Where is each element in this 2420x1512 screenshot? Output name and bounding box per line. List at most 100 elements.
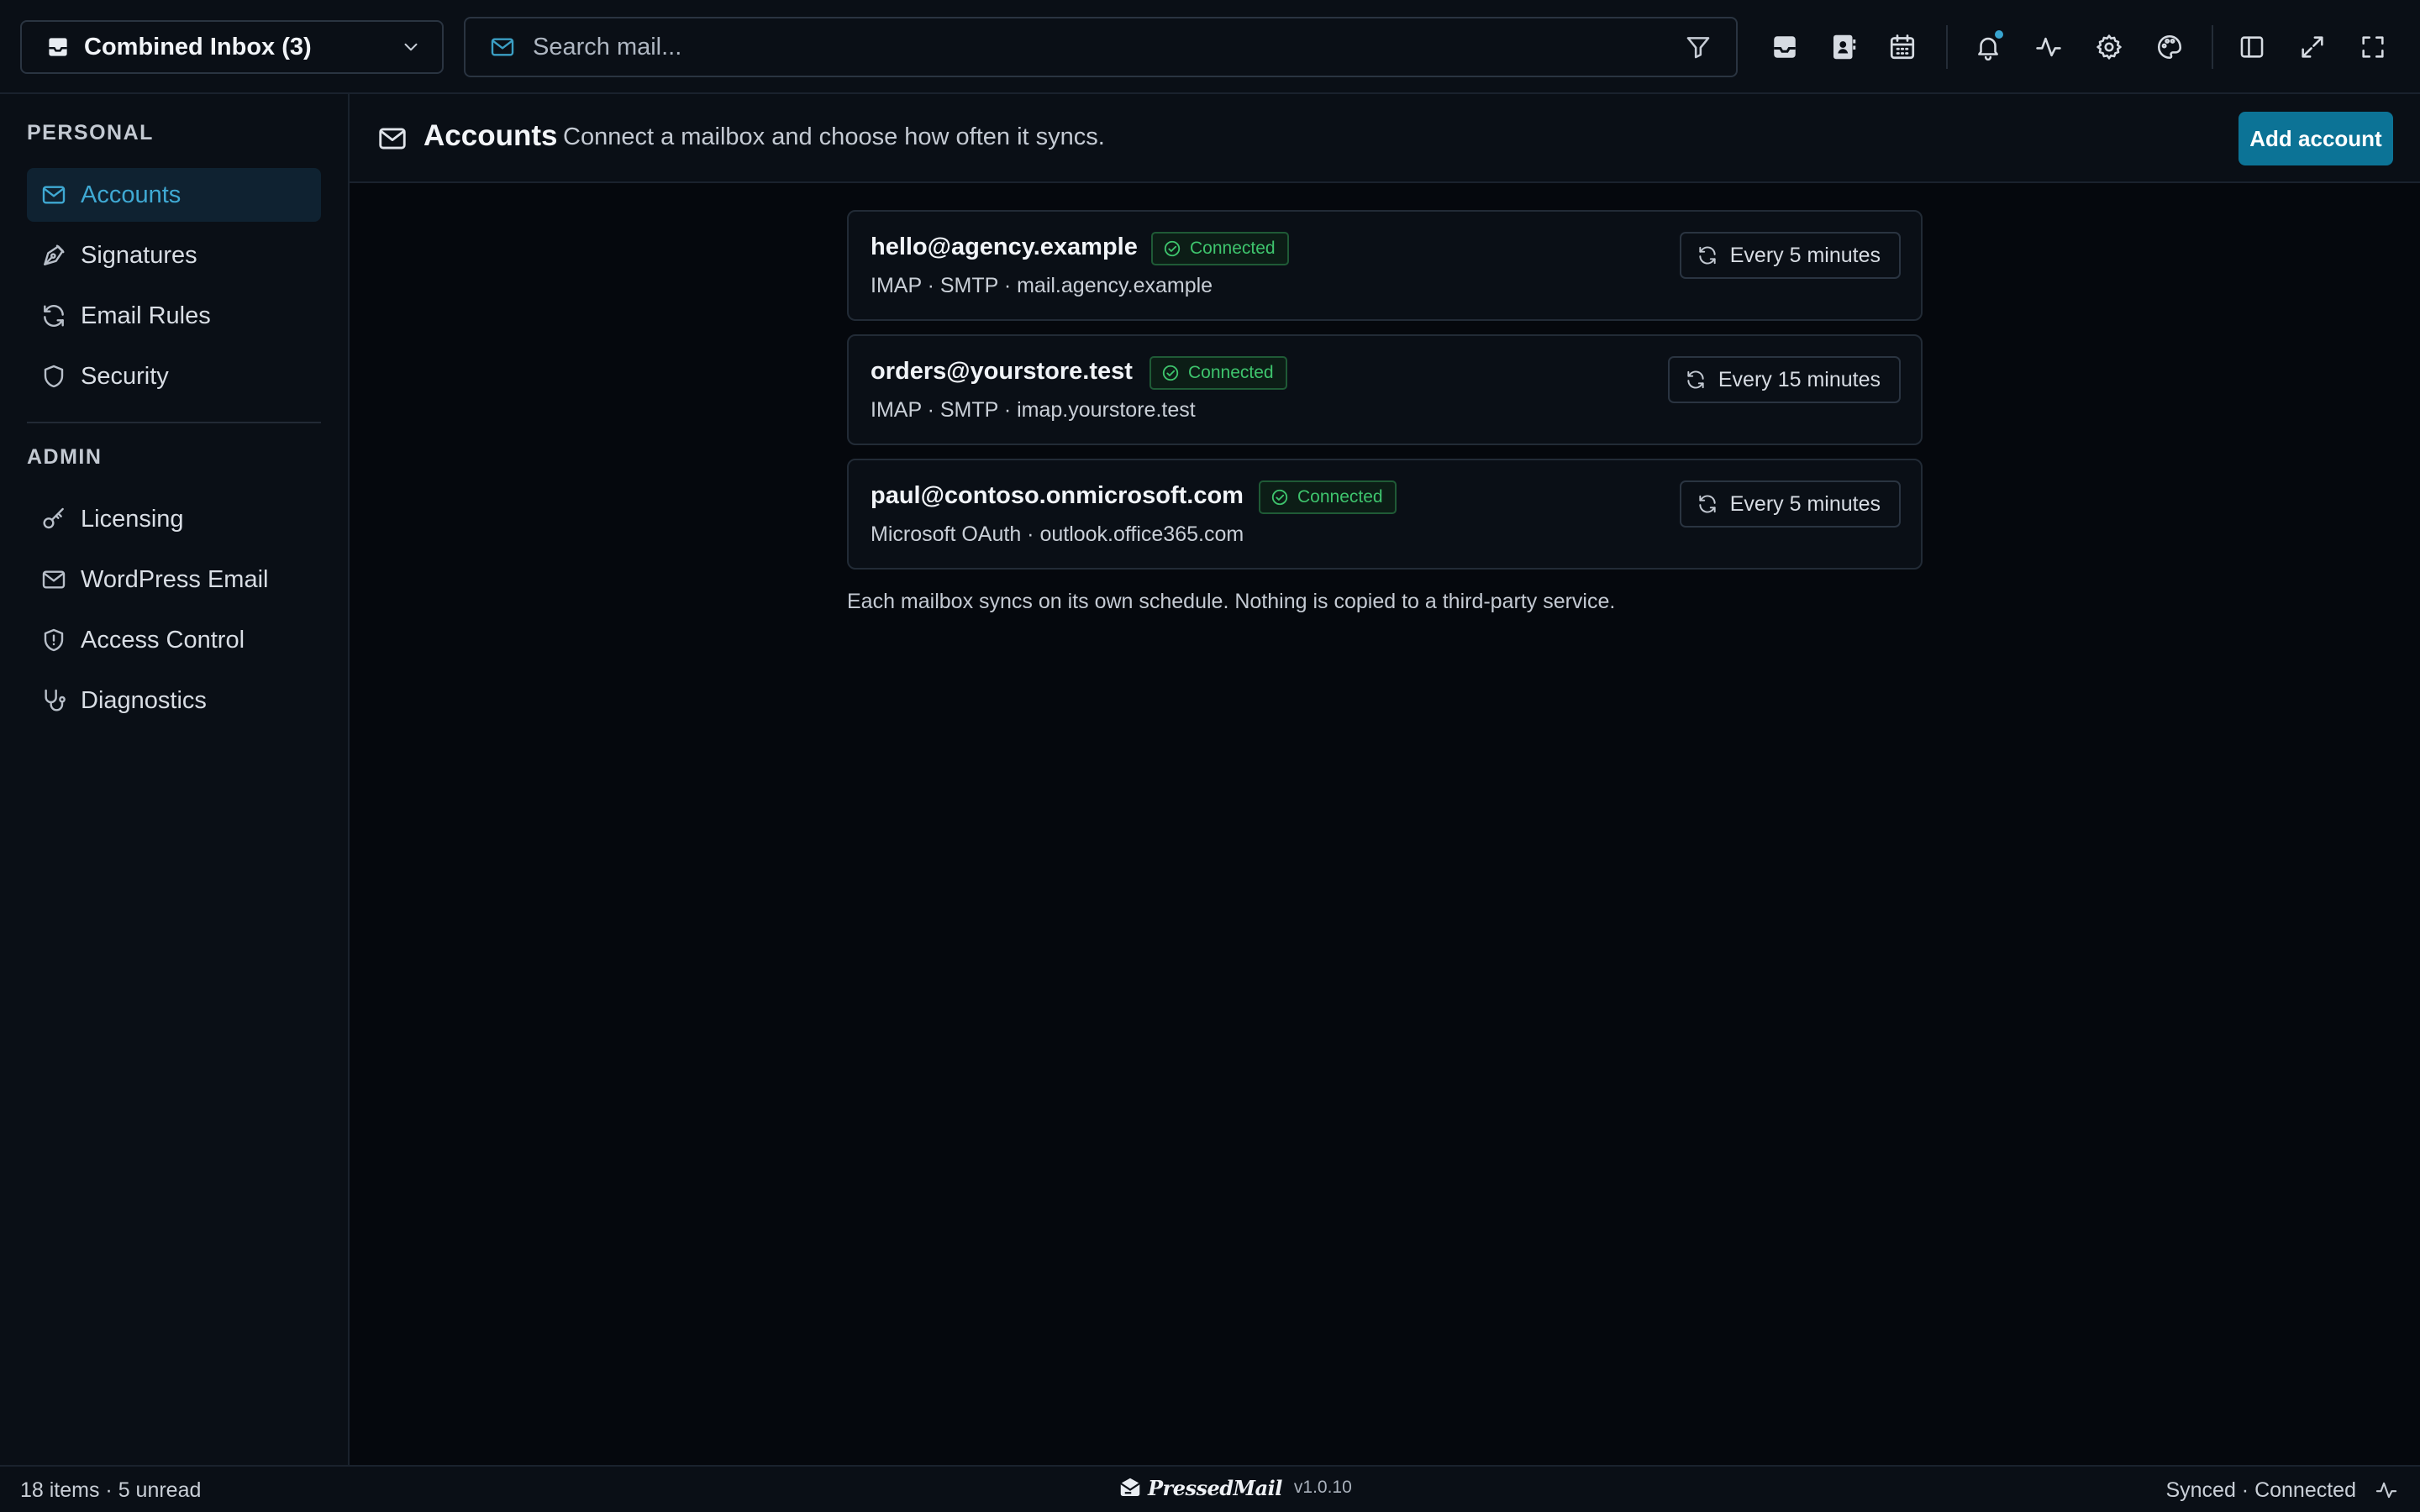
inbox-selector[interactable]: Combined Inbox (3)	[20, 20, 444, 74]
account-meta: IMAP · SMTP · imap.yourstore.test	[871, 398, 1196, 422]
search-bar	[464, 17, 1738, 77]
account-meta: IMAP · SMTP · mail.agency.example	[871, 274, 1213, 297]
status-bar: 18 items · 5 unread PressedMail v1.0.10 …	[0, 1465, 2420, 1512]
account-meta: Microsoft OAuth · outlook.office365.com	[871, 522, 1244, 546]
sidebar-item-label: Access Control	[81, 626, 245, 654]
notification-dot	[1995, 30, 2003, 39]
section-title-personal: PERSONAL	[27, 121, 154, 144]
sync-interval-label: Every 15 minutes	[1718, 367, 1881, 391]
sync-interval-label: Every 5 minutes	[1729, 491, 1881, 516]
settings-button[interactable]	[2089, 27, 2129, 67]
account-card[interactable]: orders@yourstore.test Connected IMAP · S…	[847, 334, 1923, 445]
sidebar-item-signatures[interactable]: Signatures	[27, 228, 321, 282]
refresh-icon	[1699, 495, 1716, 513]
brand-name: PressedMail	[1148, 1475, 1282, 1500]
activity-icon	[2036, 37, 2061, 57]
sync-interval-label: Every 5 minutes	[1729, 243, 1881, 267]
sidebar-item-label: WordPress Email	[81, 565, 269, 593]
mail-icon	[39, 564, 69, 595]
check-circle-icon	[1164, 240, 1181, 257]
calendar-icon	[1890, 34, 1915, 60]
page-subtitle: Connect a mailbox and choose how often i…	[563, 123, 1105, 150]
sidebar-icon	[2240, 36, 2264, 58]
account-email: orders@yourstore.test	[871, 358, 1133, 385]
contacts-icon	[1833, 34, 1856, 60]
calendar-button[interactable]	[1882, 27, 1923, 67]
sync-status: Synced · Connected	[2165, 1478, 2356, 1502]
palette-icon	[2157, 34, 2182, 60]
sidebar-item-label: Signatures	[81, 241, 197, 269]
theme-button[interactable]	[2149, 27, 2190, 67]
expand-icon	[2302, 36, 2323, 58]
contacts-button[interactable]	[1823, 27, 1864, 67]
refresh-icon	[1699, 246, 1716, 265]
brand: PressedMail v1.0.10	[1118, 1475, 1352, 1500]
sidebar-item-licensing[interactable]: Licensing	[27, 492, 321, 546]
check-circle-icon	[1271, 489, 1288, 506]
sidebar-item-label: Diagnostics	[81, 686, 207, 714]
mail-icon	[376, 123, 408, 155]
shield-alert-icon	[39, 625, 69, 655]
sidebar-item-label: Security	[81, 362, 169, 390]
account-card[interactable]: hello@agency.example Connected IMAP · SM…	[847, 210, 1923, 321]
activity-button[interactable]	[2028, 27, 2069, 67]
chevron-down-icon	[400, 36, 422, 58]
sync-interval-button[interactable]: Every 15 minutes	[1667, 356, 1901, 403]
item-count: 18 items · 5 unread	[20, 1478, 202, 1502]
sidebar-item-label: Accounts	[81, 181, 182, 208]
pen-icon	[39, 240, 69, 270]
activity-icon	[2375, 1478, 2398, 1502]
sync-interval-button[interactable]: Every 5 minutes	[1679, 480, 1901, 528]
top-bar: Combined Inbox (3)	[0, 0, 2420, 94]
sidebar-divider	[27, 422, 321, 423]
stethoscope-icon	[39, 685, 69, 716]
key-icon	[39, 504, 69, 534]
sidebar-item-security[interactable]: Security	[27, 349, 321, 403]
filter-icon[interactable]	[1684, 33, 1712, 61]
mail-icon	[39, 180, 69, 210]
account-card[interactable]: paul@contoso.onmicrosoft.com Connected M…	[847, 459, 1923, 570]
sidebar-item-wordpress-email[interactable]: WordPress Email	[27, 553, 321, 606]
sidebar-item-access-control[interactable]: Access Control	[27, 613, 321, 667]
version-label: v1.0.10	[1293, 1478, 1352, 1497]
sidebar-item-diagnostics[interactable]: Diagnostics	[27, 674, 321, 727]
sidebar: PERSONAL Accounts Signatures Email Rules…	[0, 94, 350, 1465]
shield-icon	[39, 361, 69, 391]
toolbar-divider	[2212, 25, 2213, 69]
status-badge: Connected	[1150, 356, 1287, 390]
inbox-view-button[interactable]	[1765, 27, 1805, 67]
sidebar-item-label: Licensing	[81, 505, 184, 533]
sidebar-item-label: Email Rules	[81, 302, 211, 329]
sync-footnote: Each mailbox syncs on its own schedule. …	[847, 590, 1616, 613]
inbox-tray-icon	[1774, 36, 1796, 58]
add-account-button[interactable]: Add account	[2238, 112, 2393, 165]
fullscreen-icon	[2362, 36, 2384, 58]
sidebar-item-accounts[interactable]: Accounts	[27, 168, 321, 222]
status-badge: Connected	[1151, 232, 1289, 265]
toggle-sidebar-button[interactable]	[2232, 27, 2272, 67]
status-badge: Connected	[1259, 480, 1397, 514]
status-badge-label: Connected	[1188, 363, 1274, 382]
page-header: Accounts Connect a mailbox and choose ho…	[350, 94, 2420, 183]
notifications-button[interactable]	[1968, 27, 2008, 67]
refresh-icon	[39, 301, 69, 331]
inbox-icon	[45, 34, 71, 60]
mail-icon	[489, 34, 516, 60]
toolbar-divider	[1946, 25, 1948, 69]
account-email: paul@contoso.onmicrosoft.com	[871, 482, 1244, 509]
fullscreen-button[interactable]	[2353, 27, 2393, 67]
check-circle-icon	[1162, 365, 1179, 381]
gear-icon	[2096, 34, 2122, 60]
account-email: hello@agency.example	[871, 234, 1138, 260]
logo-icon	[1120, 1478, 1140, 1496]
refresh-icon	[1687, 370, 1704, 389]
sync-interval-button[interactable]: Every 5 minutes	[1679, 232, 1901, 279]
status-badge-label: Connected	[1190, 239, 1276, 258]
sidebar-item-email-rules[interactable]: Email Rules	[27, 289, 321, 343]
search-input[interactable]	[533, 33, 1684, 61]
section-title-admin: ADMIN	[27, 445, 103, 469]
expand-button[interactable]	[2292, 27, 2333, 67]
status-badge-label: Connected	[1297, 487, 1383, 507]
inbox-selector-label: Combined Inbox (3)	[84, 33, 312, 60]
page-title: Accounts	[424, 119, 558, 152]
